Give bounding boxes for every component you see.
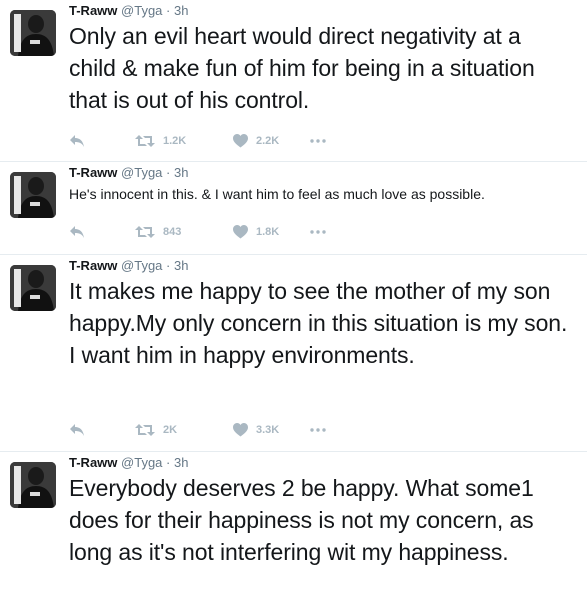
display-name[interactable]: T-Raww (69, 258, 117, 273)
tweet[interactable]: T-Raww @Tyga · 3h Everybody deserves 2 b… (0, 452, 587, 612)
reply-icon (70, 135, 84, 147)
tweet[interactable]: T-Raww @Tyga · 3h Only an evil heart wou… (0, 0, 587, 162)
timestamp[interactable]: 3h (174, 3, 188, 18)
reply-button[interactable] (69, 222, 85, 242)
reply-icon (70, 226, 84, 238)
timestamp[interactable]: 3h (174, 258, 188, 273)
tweet[interactable]: T-Raww @Tyga · 3h It makes me happy to s… (0, 255, 587, 452)
like-count: 1.8K (256, 226, 280, 238)
separator: · (166, 3, 171, 18)
avatar[interactable] (10, 265, 56, 311)
retweet-button[interactable]: 1.2K (135, 131, 186, 151)
retweet-count: 1.2K (163, 135, 187, 147)
tweet-header: T-Raww @Tyga · 3h (69, 164, 188, 182)
tweet-header: T-Raww @Tyga · 3h (69, 257, 188, 275)
retweet-icon (135, 226, 155, 238)
more-button[interactable] (310, 420, 326, 440)
retweet-button[interactable]: 843 (135, 222, 181, 242)
more-icon (310, 230, 326, 234)
timestamp[interactable]: 3h (174, 165, 188, 180)
handle[interactable]: @Tyga (121, 165, 162, 180)
separator: · (166, 165, 171, 180)
like-count: 3.3K (256, 424, 280, 436)
like-button[interactable]: 3.3K (233, 420, 279, 440)
more-button[interactable] (310, 131, 326, 151)
handle[interactable]: @Tyga (121, 455, 162, 470)
separator: · (166, 455, 171, 470)
handle[interactable]: @Tyga (121, 3, 162, 18)
reply-icon (70, 424, 84, 436)
retweet-button[interactable]: 2K (135, 420, 177, 440)
heart-icon (233, 134, 248, 148)
reply-button[interactable] (69, 131, 85, 151)
retweet-icon (135, 424, 155, 436)
tweet-header: T-Raww @Tyga · 3h (69, 454, 188, 472)
separator: · (166, 258, 171, 273)
avatar[interactable] (10, 172, 56, 218)
reply-button[interactable] (69, 420, 85, 440)
tweet-header: T-Raww @Tyga · 3h (69, 2, 188, 20)
more-icon (310, 428, 326, 432)
more-icon (310, 139, 326, 143)
avatar[interactable] (10, 10, 56, 56)
tweet-text: Everybody deserves 2 be happy. What some… (69, 475, 534, 565)
timestamp[interactable]: 3h (174, 455, 188, 470)
tweet[interactable]: T-Raww @Tyga · 3h He's innocent in this.… (0, 162, 587, 255)
heart-icon (233, 423, 248, 437)
more-button[interactable] (310, 222, 326, 242)
like-button[interactable]: 1.8K (233, 222, 279, 242)
heart-icon (233, 225, 248, 239)
display-name[interactable]: T-Raww (69, 455, 117, 470)
tweet-text: He's innocent in this. & I want him to f… (69, 186, 485, 202)
display-name[interactable]: T-Raww (69, 165, 117, 180)
handle[interactable]: @Tyga (121, 258, 162, 273)
tweet-text: Only an evil heart would direct negativi… (69, 23, 535, 113)
retweet-icon (135, 135, 155, 147)
retweet-count: 2K (163, 424, 178, 436)
display-name[interactable]: T-Raww (69, 3, 117, 18)
like-count: 2.2K (256, 135, 280, 147)
retweet-count: 843 (163, 226, 182, 238)
tweet-text: It makes me happy to see the mother of m… (69, 278, 568, 368)
avatar[interactable] (10, 462, 56, 508)
like-button[interactable]: 2.2K (233, 131, 279, 151)
